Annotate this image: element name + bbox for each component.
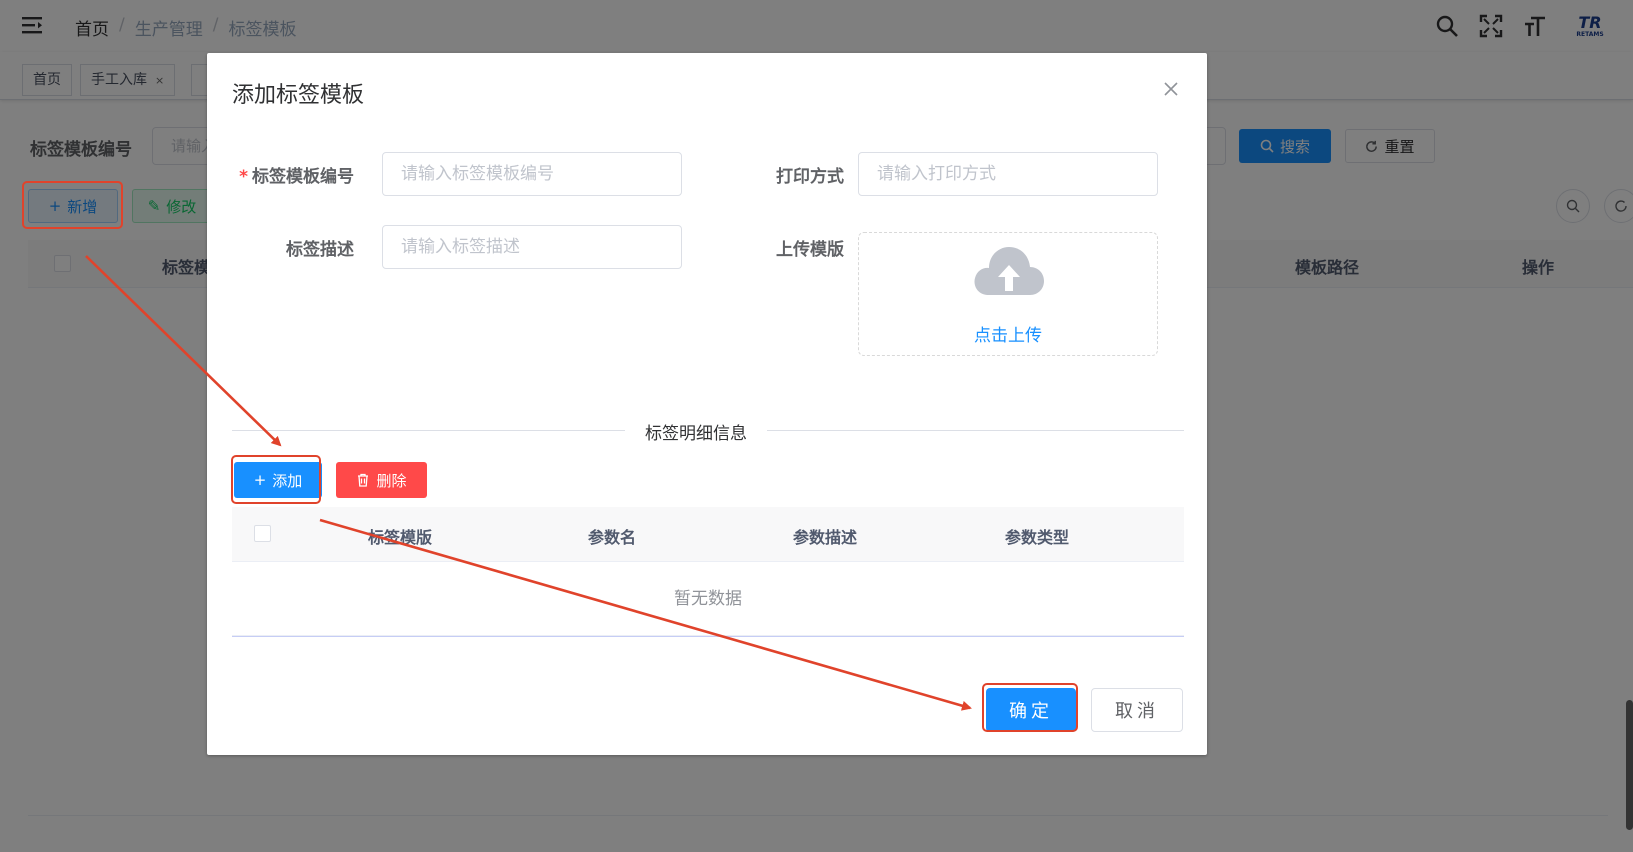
empty-state-text: 暂无数据 [232,562,1184,636]
add-detail-label: 添加 [272,471,303,490]
section-title: 标签明细信息 [625,419,767,444]
template-code-label: * 标签模板编号 [232,162,354,187]
close-icon[interactable] [1162,80,1180,98]
upload-text[interactable]: 点击上传 [859,321,1157,346]
trash-icon [358,473,369,487]
delete-detail-button[interactable]: 删除 [336,462,427,498]
template-code-input[interactable] [382,152,682,196]
cancel-button[interactable]: 取消 [1091,688,1183,732]
add-template-dialog: 添加标签模板 *标签模板编号 打印方式 标签描述 上传模版 点击上传 标签明细信… [207,53,1207,755]
add-detail-button[interactable]: + 添加 [234,462,322,498]
confirm-button-label: 确定 [1009,701,1053,722]
detail-table-scrollbar [232,636,1184,637]
required-mark: * [239,167,248,187]
template-code-label-text: 标签模板编号 [252,167,354,187]
dialog-title: 添加标签模板 [232,83,365,108]
detail-select-all-checkbox[interactable] [254,525,271,542]
cancel-button-label: 取消 [1115,701,1159,722]
delete-detail-label: 删除 [376,471,407,490]
confirm-button[interactable]: 确定 [986,688,1076,732]
cloud-upload-icon [974,247,1044,295]
column-header: 标签模版 [367,528,432,547]
upload-area[interactable]: 点击上传 [858,232,1158,356]
print-method-input[interactable] [858,152,1158,196]
scrollbar[interactable] [1626,700,1633,830]
upload-template-label: 上传模版 [776,240,844,260]
column-header: 参数名 [587,528,636,547]
column-header: 参数描述 [792,528,857,547]
column-header: 参数类型 [1004,528,1069,547]
tag-description-input[interactable] [382,225,682,269]
tag-description-label: 标签描述 [286,240,354,260]
plus-icon: + [253,471,267,489]
print-method-label: 打印方式 [776,167,844,187]
detail-table-header: 标签模版 参数名 参数描述 参数类型 [232,507,1184,562]
